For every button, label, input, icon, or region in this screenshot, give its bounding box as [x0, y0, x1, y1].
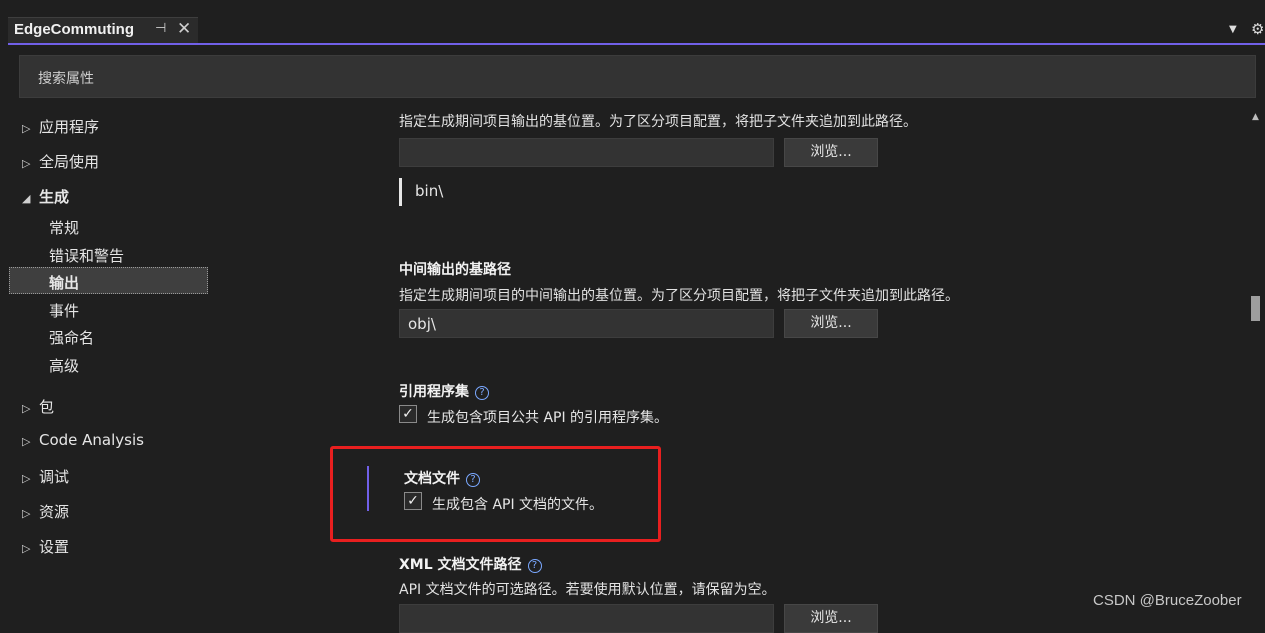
modified-indicator-bar — [367, 466, 369, 511]
intermediate-output-browse-button[interactable]: 浏览... — [784, 309, 878, 338]
document-tab[interactable]: EdgeCommuting ⊣ ✕ — [8, 17, 198, 43]
documentation-file-checkbox-label: 生成包含 API 文档的文件。 — [432, 497, 604, 513]
sidebar-item-debug[interactable]: ▷ 调试 — [22, 466, 69, 490]
sidebar-item-resources[interactable]: ▷ 资源 — [22, 501, 69, 525]
sidebar-selection-highlight — [9, 267, 208, 294]
xml-doc-path-browse-button[interactable]: 浏览... — [784, 604, 878, 633]
watermark-text: CSDN @BruceZoober — [1093, 592, 1242, 609]
base-output-browse-button[interactable]: 浏览... — [784, 138, 878, 167]
xml-doc-path-input[interactable] — [399, 604, 774, 633]
expand-arrow-icon[interactable]: ▷ — [22, 472, 39, 485]
sidebar-item-global-usings[interactable]: ▷ 全局使用 — [22, 151, 99, 175]
search-properties-input[interactable]: 搜索属性 — [19, 55, 1256, 98]
reference-assembly-checkbox[interactable]: ✓ — [399, 405, 417, 423]
base-output-effective-value: bin\ — [415, 182, 444, 200]
expand-arrow-icon[interactable]: ▷ — [22, 402, 39, 415]
sidebar-subitem-errors-warnings[interactable]: 错误和警告 — [49, 245, 124, 266]
search-placeholder: 搜索属性 — [38, 71, 94, 87]
documentation-file-checkbox[interactable]: ✓ — [404, 492, 422, 510]
tab-dropdown-icon[interactable]: ▼ — [1229, 24, 1237, 35]
reference-assembly-checkbox-label: 生成包含项目公共 API 的引用程序集。 — [427, 410, 669, 426]
reference-assembly-heading: 引用程序集? — [399, 381, 489, 401]
scroll-up-arrow-icon[interactable]: ▲ — [1252, 112, 1259, 122]
close-icon[interactable]: ✕ — [177, 19, 191, 39]
sidebar-subitem-output[interactable]: 输出 — [49, 272, 79, 293]
scrollbar-thumb[interactable] — [1251, 296, 1260, 321]
effective-value-marker — [399, 178, 402, 206]
intermediate-output-description: 指定生成期间项目的中间输出的基位置。为了区分项目配置，将把子文件夹追加到此路径。 — [399, 288, 959, 304]
xml-doc-path-description: API 文档文件的可选路径。若要使用默认位置，请保留为空。 — [399, 582, 776, 598]
expand-arrow-icon[interactable]: ▷ — [22, 542, 39, 555]
intermediate-output-heading: 中间输出的基路径 — [399, 262, 511, 278]
sidebar-subitem-strong-naming[interactable]: 强命名 — [49, 327, 94, 348]
sidebar-item-package[interactable]: ▷ 包 — [22, 396, 54, 420]
help-icon[interactable]: ? — [475, 386, 489, 400]
sidebar-subitem-events[interactable]: 事件 — [49, 300, 79, 321]
intermediate-output-path-input[interactable]: obj\ — [399, 309, 774, 338]
sidebar-item-settings[interactable]: ▷ 设置 — [22, 536, 69, 560]
sidebar-item-application[interactable]: ▷ 应用程序 — [22, 116, 99, 140]
expand-arrow-icon[interactable]: ▷ — [22, 435, 39, 448]
base-output-description: 指定生成期间项目输出的基位置。为了区分项目配置，将把子文件夹追加到此路径。 — [399, 114, 917, 130]
sidebar-item-build[interactable]: ◢ 生成 — [22, 186, 69, 210]
help-icon[interactable]: ? — [527, 559, 542, 573]
collapse-arrow-icon[interactable]: ◢ — [22, 192, 39, 205]
sidebar-subitem-general[interactable]: 常规 — [49, 217, 79, 238]
xml-doc-path-heading: XML 文档文件路径? — [399, 554, 542, 574]
base-output-path-input[interactable] — [399, 138, 774, 167]
expand-arrow-icon[interactable]: ▷ — [22, 122, 39, 135]
sidebar-subitem-advanced[interactable]: 高级 — [49, 355, 79, 376]
vertical-scrollbar[interactable] — [1249, 106, 1263, 617]
help-icon[interactable]: ? — [466, 473, 480, 487]
expand-arrow-icon[interactable]: ▷ — [22, 507, 39, 520]
documentation-file-heading: 文档文件? — [404, 468, 480, 488]
tab-underline — [8, 43, 1265, 45]
pin-icon[interactable]: ⊣ — [155, 21, 166, 36]
expand-arrow-icon[interactable]: ▷ — [22, 157, 39, 170]
tab-title: EdgeCommuting — [14, 21, 134, 38]
sidebar-item-code-analysis[interactable]: ▷ Code Analysis — [22, 431, 144, 455]
gear-icon[interactable]: ⚙ — [1251, 20, 1264, 38]
